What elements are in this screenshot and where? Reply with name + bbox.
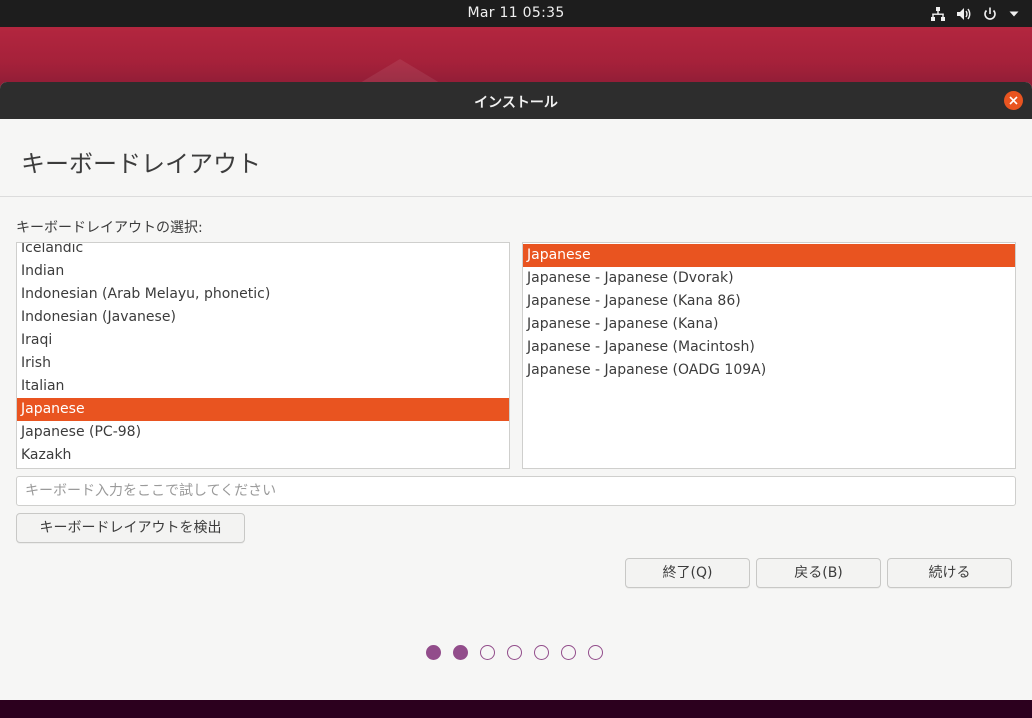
volume-icon[interactable]: [956, 6, 972, 22]
variant-list[interactable]: Japanese Japanese - Japanese (Dvorak) Japa…: [522, 242, 1016, 469]
variant-list-item[interactable]: Japanese - Japanese (Dvorak): [523, 267, 1015, 290]
top-bar: Mar 11 05:35: [0, 0, 1032, 27]
layout-list-item[interactable]: Japanese: [17, 398, 509, 421]
page-title: キーボードレイアウト: [21, 150, 261, 178]
layout-list[interactable]: Icelandic Indian Indonesian (Arab Melayu, …: [16, 242, 510, 469]
continue-button[interactable]: 続ける: [887, 558, 1012, 588]
layout-list-item[interactable]: Irish: [17, 352, 509, 375]
progress-dot: [588, 645, 603, 660]
page-header: キーボードレイアウト: [0, 119, 1032, 197]
layout-list-item[interactable]: Japanese (PC-98): [17, 421, 509, 444]
back-button[interactable]: 戻る(B): [756, 558, 881, 588]
progress-dots: [426, 645, 603, 660]
network-icon[interactable]: [930, 6, 946, 22]
layout-list-item[interactable]: Icelandic: [17, 243, 509, 260]
variant-list-item[interactable]: Japanese: [523, 244, 1015, 267]
close-icon: [1009, 96, 1018, 105]
desktop-wallpaper: [0, 27, 1032, 87]
layout-list-item[interactable]: Indonesian (Javanese): [17, 306, 509, 329]
layout-list-item[interactable]: Indian: [17, 260, 509, 283]
progress-dot: [453, 645, 468, 660]
progress-dot: [426, 645, 441, 660]
window-title: インストール: [474, 95, 558, 111]
power-icon[interactable]: [982, 6, 998, 22]
clock[interactable]: Mar 11 05:35: [0, 5, 1032, 21]
progress-dot: [534, 645, 549, 660]
layout-list-item[interactable]: Indonesian (Arab Melayu, phonetic): [17, 283, 509, 306]
detect-layout-button[interactable]: キーボードレイアウトを検出: [16, 513, 245, 543]
system-tray[interactable]: [930, 4, 1020, 24]
chevron-down-icon[interactable]: [1008, 8, 1020, 20]
variant-list-item[interactable]: Japanese - Japanese (OADG 109A): [523, 359, 1015, 382]
layout-list-item[interactable]: Kazakh: [17, 444, 509, 467]
progress-dot: [507, 645, 522, 660]
installer-window: インストール キーボードレイアウト キーボードレイアウトの選択: Iceland…: [0, 82, 1032, 700]
variant-list-item[interactable]: Japanese - Japanese (Kana 86): [523, 290, 1015, 313]
variant-list-item[interactable]: Japanese - Japanese (Kana): [523, 313, 1015, 336]
progress-dot: [480, 645, 495, 660]
variant-list-item[interactable]: Japanese - Japanese (Macintosh): [523, 336, 1015, 359]
window-titlebar[interactable]: インストール: [0, 82, 1032, 119]
layout-select-label: キーボードレイアウトの選択:: [16, 220, 203, 236]
layout-list-item[interactable]: Iraqi: [17, 329, 509, 352]
quit-button[interactable]: 終了(Q): [625, 558, 750, 588]
keyboard-test-input[interactable]: [16, 476, 1016, 506]
progress-dot: [561, 645, 576, 660]
layout-list-item[interactable]: Italian: [17, 375, 509, 398]
close-button[interactable]: [1004, 91, 1023, 110]
